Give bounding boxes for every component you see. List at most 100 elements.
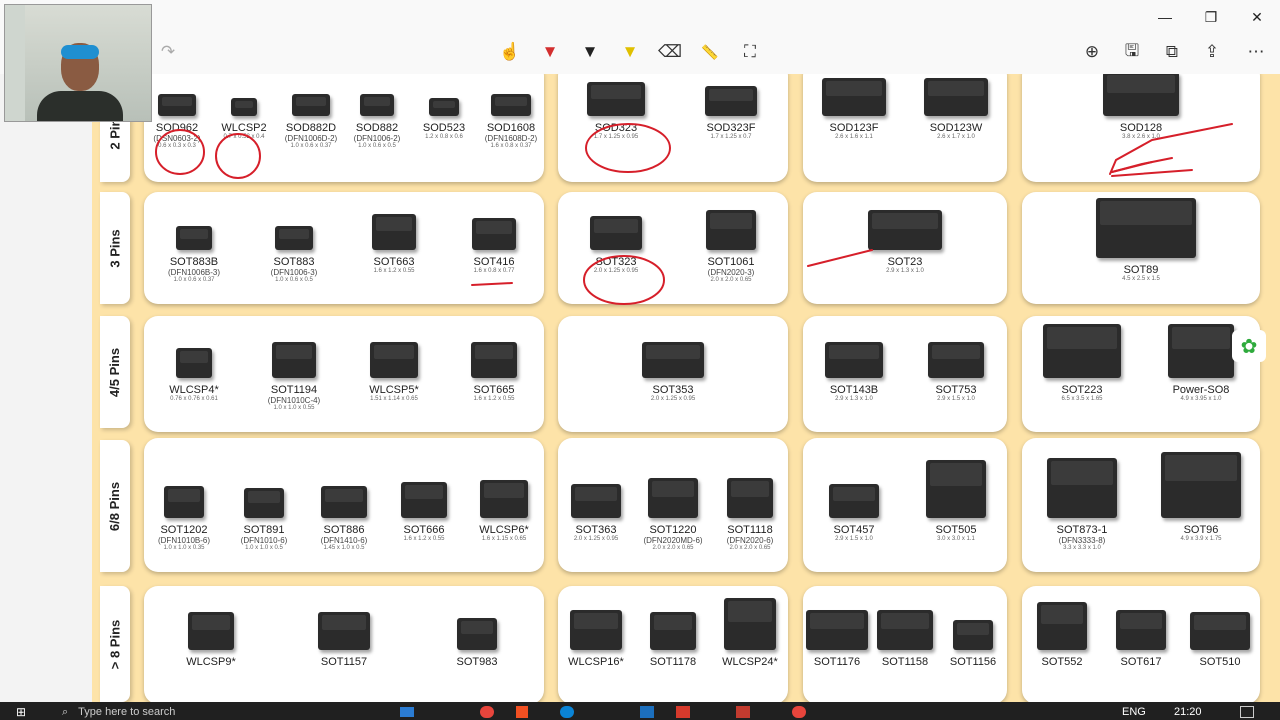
package-chip-icon — [806, 610, 868, 650]
pencil-icon[interactable]: ▼ — [574, 36, 606, 68]
windows-start-icon[interactable]: ⊞ — [16, 704, 26, 720]
package-sot96: SOT96 4.9 x 3.9 x 1.75 — [1156, 452, 1246, 542]
store-icon[interactable] — [516, 706, 528, 718]
package-dimensions: 1.6 x 0.8 x 0.77 — [473, 268, 515, 274]
snip-app-icon[interactable] — [736, 706, 750, 718]
package-dimensions: 1.6 x 1.2 x 0.55 — [403, 536, 445, 542]
package-chip-icon — [272, 342, 316, 378]
package-card-r1c2: SOT23 2.9 x 1.3 x 1.0 — [803, 192, 1007, 304]
package-chip-icon — [176, 226, 212, 250]
package-name: SOT323 — [595, 256, 637, 268]
package-dimensions: 2.6 x 1.6 x 1.1 — [835, 134, 873, 140]
package-sot1157: SOT1157 — [299, 612, 389, 668]
highlighter-icon[interactable]: ▼ — [614, 36, 646, 68]
package-name: SOD128 — [1119, 122, 1163, 134]
crop-icon[interactable]: ⛶ — [734, 36, 766, 68]
package-sod128: SOD128 3.8 x 2.6 x 1.0 — [1096, 74, 1186, 140]
package-dimensions: 2.0 x 1.25 x 0.95 — [650, 396, 696, 402]
package-dimensions: 3.8 x 2.6 x 1.0 — [1122, 134, 1160, 140]
package-sot353: SOT353 2.0 x 1.25 x 0.95 — [628, 342, 718, 402]
clock[interactable]: 21:20 — [1174, 704, 1202, 720]
package-chip-icon — [924, 78, 988, 116]
package-name: SOT552 — [1041, 656, 1083, 668]
screenshot-canvas[interactable]: 2 Pins 3 Pins 4/5 Pins 6/8 Pins > 8 Pins… — [92, 74, 1280, 702]
package-card-r3c0: SOT1202 (DFN1010B-6) 1.0 x 1.0 x 0.35 SOT89… — [144, 438, 544, 572]
close-button[interactable]: ✕ — [1234, 6, 1280, 28]
package-dimensions: 2.6 x 1.7 x 1.0 — [937, 134, 975, 140]
package-card-r2c2: SOT143B 2.9 x 1.3 x 1.0 SOT753 2.9 x 1.5 x … — [803, 316, 1007, 432]
minimize-button[interactable]: — — [1142, 6, 1188, 28]
package-chip-icon — [1190, 612, 1250, 650]
copy-icon[interactable]: ⧉ — [1156, 36, 1188, 68]
package-chip-icon — [877, 610, 933, 650]
more-icon[interactable]: ⋯ — [1240, 36, 1272, 68]
row-label-6-8-pins: 6/8 Pins — [100, 440, 130, 572]
package-dimensions: 2.0 x 2.0 x 0.65 — [710, 277, 752, 283]
toolbar: ↷ ☝ ▼ ▼ ▼ ⌫ 📏 ⛶ ⊕ 🖫 ⧉ ⇪ ⋯ — ❐ ✕ — [0, 0, 1280, 76]
package-dimensions: 1.7 x 1.25 x 0.7 — [710, 134, 752, 140]
language-indicator[interactable]: ENG — [1122, 704, 1146, 720]
package-card-r0c3: SOD128 3.8 x 2.6 x 1.0 — [1022, 74, 1260, 182]
package-sot323: SOT323 2.0 x 1.25 x 0.95 — [571, 216, 661, 274]
package-alias: (DFN1608D-2) — [484, 134, 538, 143]
taskbar-search[interactable]: ⌕ Type here to search — [62, 704, 175, 720]
package-name: SOT457 — [833, 524, 875, 536]
package-name: SOT416 — [473, 256, 515, 268]
package-dimensions: 1.0 x 1.0 x 0.55 — [273, 405, 315, 411]
row-label-4-5-pins: 4/5 Pins — [100, 316, 130, 428]
package-chip-icon — [727, 478, 773, 518]
package-chip-icon — [370, 342, 418, 378]
edge-icon[interactable] — [400, 707, 414, 717]
redo-icon[interactable]: ↷ — [152, 36, 184, 68]
package-dimensions: 1.0 x 1.0 x 0.35 — [163, 545, 205, 551]
package-card-r4c3: SOT552 SOT617 SOT510 — [1022, 586, 1260, 702]
package-name: SOT983 — [456, 656, 498, 668]
touch-writing-icon[interactable]: ☝ — [494, 36, 526, 68]
notification-icon[interactable] — [1240, 706, 1254, 718]
package-name: SOT883B — [169, 256, 219, 268]
eraser-icon[interactable]: ⌫ — [654, 36, 686, 68]
ruler-icon[interactable]: 📏 — [694, 36, 726, 68]
package-chip-icon — [480, 480, 528, 518]
app-icon[interactable] — [676, 706, 690, 718]
package-name: SOT891 — [243, 524, 285, 536]
package-dimensions: 2.9 x 1.5 x 1.0 — [835, 536, 873, 542]
zoom-in-icon[interactable]: ⊕ — [1076, 36, 1108, 68]
share-icon[interactable]: ⇪ — [1196, 36, 1228, 68]
package-alias: (DFN1010B-6) — [157, 536, 210, 545]
ballpoint-pen-icon[interactable]: ▼ — [534, 36, 566, 76]
package-name: SOD123W — [929, 122, 983, 134]
package-chip-icon — [158, 94, 196, 116]
package-dimensions: 3.0 x 3.0 x 1.1 — [937, 536, 975, 542]
package-sot883: SOT883 (DFN1006-3) 1.0 x 0.6 x 0.5 — [249, 226, 339, 283]
package-chip-icon — [822, 78, 886, 116]
chrome-window-icon[interactable] — [792, 706, 806, 718]
package-chip-icon — [642, 342, 704, 378]
package-wlcsp4-: WLCSP4* 0.76 x 0.76 x 0.61 — [149, 348, 239, 402]
package-name: SOT883 — [273, 256, 315, 268]
presenter-body — [37, 91, 123, 121]
package-name: SOT1061 — [707, 256, 755, 268]
package-sot1061: SOT1061 (DFN2020-3) 2.0 x 2.0 x 0.65 — [686, 210, 776, 283]
package-wlcsp24-: WLCSP24* — [705, 598, 795, 668]
copilot-icon[interactable]: ✿ — [1232, 330, 1266, 362]
package-sot1194: SOT1194 (DFN1010C-4) 1.0 x 1.0 x 0.55 — [249, 342, 339, 411]
package-sot891: SOT891 (DFN1010-6) 1.0 x 1.0 x 0.5 — [219, 488, 309, 551]
package-dimensions: 2.0 x 1.25 x 0.95 — [593, 268, 639, 274]
package-chip-icon — [321, 486, 367, 518]
package-wlcsp6-: WLCSP6* 1.6 x 1.15 x 0.65 — [459, 480, 549, 542]
package-sot873-1: SOT873-1 (DFN3333-8) 3.3 x 3.3 x 1.0 — [1037, 458, 1127, 551]
snip-sketch-window: ↷ ☝ ▼ ▼ ▼ ⌫ 📏 ⛶ ⊕ 🖫 ⧉ ⇪ ⋯ — ❐ ✕ 2 Pins 3… — [0, 0, 1280, 702]
restore-button[interactable]: ❐ — [1188, 6, 1234, 28]
package-wlcsp9-: WLCSP9* — [166, 612, 256, 668]
package-sot1118: SOT1118 (DFN2020-6) 2.0 x 2.0 x 0.65 — [705, 478, 795, 551]
webcam-overlay — [4, 4, 152, 122]
package-dimensions: 1.6 x 1.15 x 0.65 — [481, 536, 527, 542]
package-sot663: SOT663 1.6 x 1.2 x 0.55 — [349, 214, 439, 274]
package-name: SOT666 — [403, 524, 445, 536]
browser-icon[interactable] — [560, 706, 574, 718]
chrome-icon[interactable] — [480, 706, 494, 718]
save-icon[interactable]: 🖫 — [1116, 36, 1148, 68]
package-chip-icon — [401, 482, 447, 518]
outlook-icon[interactable] — [640, 706, 654, 718]
